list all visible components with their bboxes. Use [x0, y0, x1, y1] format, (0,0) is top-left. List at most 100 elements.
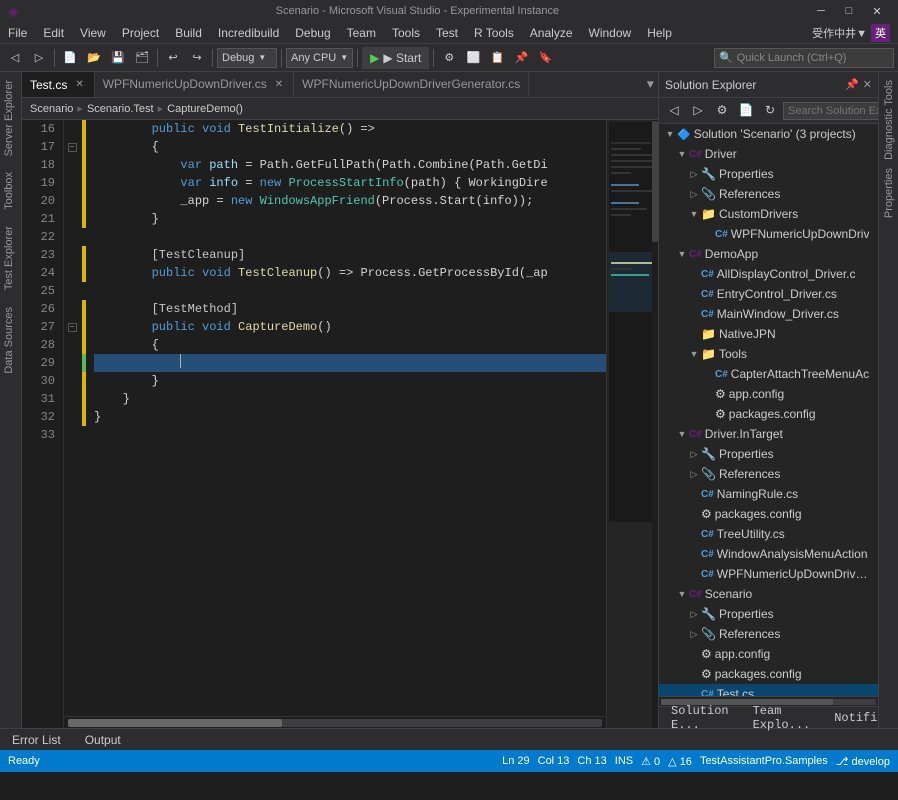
sidebar-server-explorer[interactable]: Server Explorer: [0, 72, 21, 164]
menu-view[interactable]: View: [72, 22, 114, 43]
expand-tools[interactable]: ▼: [687, 349, 701, 359]
close-button[interactable]: ✕: [864, 0, 890, 22]
expand-solution[interactable]: ▼: [663, 129, 677, 139]
properties-tab[interactable]: Properties: [881, 164, 897, 222]
toolbar-new[interactable]: 📄: [59, 47, 81, 69]
sol-pin-icon[interactable]: 📌: [845, 78, 859, 91]
toolbar-save-all[interactable]: 🗂: [131, 47, 153, 69]
expand-driver-props[interactable]: ▷: [687, 169, 701, 180]
menu-edit[interactable]: Edit: [35, 22, 72, 43]
menu-help[interactable]: Help: [639, 22, 680, 43]
sol-back[interactable]: ◁: [663, 100, 685, 122]
code-lines[interactable]: public void TestInitialize() => { var pa…: [86, 120, 606, 716]
breadcrumb-part-3[interactable]: CaptureDemo(): [167, 103, 243, 115]
expand-driver-refs[interactable]: ▷: [687, 189, 701, 200]
expand-driver-intarget[interactable]: ▼: [675, 429, 689, 439]
tab-test-cs-close[interactable]: ✕: [73, 78, 85, 91]
toolbar-misc3[interactable]: 📋: [486, 47, 508, 69]
tree-dit-refs[interactable]: ▷ 📎 References: [659, 464, 878, 484]
menu-window[interactable]: Window: [581, 22, 640, 43]
tree-scenario[interactable]: ▼ C# Scenario: [659, 584, 878, 604]
tree-tools[interactable]: ▼ 📁 Tools: [659, 344, 878, 364]
h-scrollbar[interactable]: [64, 716, 606, 728]
tree-mainwindow[interactable]: C# MainWindow_Driver.cs: [659, 304, 878, 324]
diag-tools-tab[interactable]: Diagnostic Tools: [881, 76, 897, 164]
tree-nativejpn[interactable]: 📁 NativeJPN: [659, 324, 878, 344]
menu-test[interactable]: Test: [428, 22, 466, 43]
tree-packages-2[interactable]: ⚙ packages.config: [659, 504, 878, 524]
tree-alldisplay[interactable]: C# AllDisplayControl_Driver.c: [659, 264, 878, 284]
sol-close-icon[interactable]: ✕: [863, 78, 872, 91]
tree-driver-props[interactable]: ▷ 🔧 Properties: [659, 164, 878, 184]
toolbar-misc1[interactable]: ⚙: [438, 47, 460, 69]
tree-driver-refs[interactable]: ▷ 📎 References: [659, 184, 878, 204]
minimize-button[interactable]: ─: [808, 0, 834, 22]
menu-project[interactable]: Project: [114, 22, 167, 43]
expand-demoapp[interactable]: ▼: [675, 249, 689, 259]
tree-naming[interactable]: C# NamingRule.cs: [659, 484, 878, 504]
menu-team[interactable]: Team: [339, 22, 384, 43]
tree-customdrivers[interactable]: ▼ 📁 CustomDrivers: [659, 204, 878, 224]
tree-windowanalysis[interactable]: C# WindowAnalysisMenuAction: [659, 544, 878, 564]
sol-forward[interactable]: ▷: [687, 100, 709, 122]
tree-packages-1[interactable]: ⚙ packages.config: [659, 404, 878, 424]
sol-bottom-tab-1[interactable]: Solution E...: [659, 707, 741, 728]
sidebar-data-sources[interactable]: Data Sources: [0, 299, 21, 382]
expand-customdrivers[interactable]: ▼: [687, 209, 701, 219]
tree-entry[interactable]: C# EntryControl_Driver.cs: [659, 284, 878, 304]
tree-capter[interactable]: C# CapterAttachTreeMenuAc: [659, 364, 878, 384]
menu-tools[interactable]: Tools: [384, 22, 428, 43]
menu-analyze[interactable]: Analyze: [522, 22, 581, 43]
sol-refresh[interactable]: ↻: [759, 100, 781, 122]
tab-wpf-driver[interactable]: WPFNumericUpDownDriver.cs ✕: [95, 72, 294, 97]
tree-scenario-packages[interactable]: ⚙ packages.config: [659, 664, 878, 684]
sidebar-test-explorer[interactable]: Test Explorer: [0, 218, 21, 298]
toolbar-undo[interactable]: ↩: [162, 47, 184, 69]
tree-driver-intarget[interactable]: ▼ C# Driver.InTarget: [659, 424, 878, 444]
maximize-button[interactable]: □: [836, 0, 862, 22]
debug-mode-dropdown[interactable]: Debug ▼: [217, 48, 277, 68]
tree-wpf-driver-file[interactable]: C# WPFNumericUpDownDriv: [659, 224, 878, 244]
tab-overflow[interactable]: ▼: [643, 78, 658, 92]
code-editor[interactable]: 16 17 18 19 20 21 22 23 24 25 26 27 28 2…: [22, 120, 658, 728]
sidebar-toolbox[interactable]: Toolbox: [0, 164, 21, 218]
expand-16[interactable]: −: [68, 143, 77, 152]
tree-app-config-1[interactable]: ⚙ app.config: [659, 384, 878, 404]
tree-demoapp[interactable]: ▼ C# DemoApp: [659, 244, 878, 264]
tab-wpf-driver-close[interactable]: ✕: [273, 78, 285, 91]
tree-wpf-numeric[interactable]: C# WPFNumericUpDownDriverC: [659, 564, 878, 584]
tree-driver[interactable]: ▼ C# Driver: [659, 144, 878, 164]
menu-incredibuild[interactable]: Incredibuild: [210, 22, 287, 43]
breadcrumb-part-1[interactable]: Scenario: [30, 103, 73, 115]
toolbar-back[interactable]: ◁: [4, 47, 26, 69]
tree-solution[interactable]: ▼ 🔷 Solution 'Scenario' (3 projects): [659, 124, 878, 144]
expand-driver[interactable]: ▼: [675, 149, 689, 159]
sol-show-all[interactable]: 📄: [735, 100, 757, 122]
toolbar-redo[interactable]: ↪: [186, 47, 208, 69]
toolbar-open[interactable]: 📂: [83, 47, 105, 69]
tree-dit-props[interactable]: ▷ 🔧 Properties: [659, 444, 878, 464]
tree-testcs[interactable]: C# Test.cs: [659, 684, 878, 696]
menu-file[interactable]: File: [0, 22, 35, 43]
tree-scenario-props[interactable]: ▷ 🔧 Properties: [659, 604, 878, 624]
output-tab[interactable]: Output: [73, 729, 133, 750]
platform-dropdown[interactable]: Any CPU ▼: [286, 48, 353, 68]
tree-scenario-refs[interactable]: ▷ 📎 References: [659, 624, 878, 644]
toolbar-forward[interactable]: ▷: [28, 47, 50, 69]
breadcrumb-part-2[interactable]: Scenario.Test: [87, 103, 154, 115]
tab-test-cs[interactable]: Test.cs ✕: [22, 72, 95, 97]
sol-properties[interactable]: ⚙: [711, 100, 733, 122]
expand-scenario[interactable]: ▼: [675, 589, 689, 599]
toolbar-misc5[interactable]: 🔖: [534, 47, 556, 69]
start-button[interactable]: ▶ ▶ Start: [362, 47, 429, 69]
tab-wpf-gen[interactable]: WPFNumericUpDownDriverGenerator.cs: [294, 72, 529, 97]
sol-bottom-tab-2[interactable]: Team Explo...: [741, 707, 823, 728]
toolbar-misc4[interactable]: 📌: [510, 47, 532, 69]
tree-treeutility[interactable]: C# TreeUtility.cs: [659, 524, 878, 544]
tree-scenario-appconfig[interactable]: ⚙ app.config: [659, 644, 878, 664]
menu-debug[interactable]: Debug: [287, 22, 338, 43]
minimap[interactable]: [606, 120, 658, 728]
menu-rtools[interactable]: R Tools: [466, 22, 522, 43]
menu-build[interactable]: Build: [167, 22, 210, 43]
toolbar-save[interactable]: 💾: [107, 47, 129, 69]
